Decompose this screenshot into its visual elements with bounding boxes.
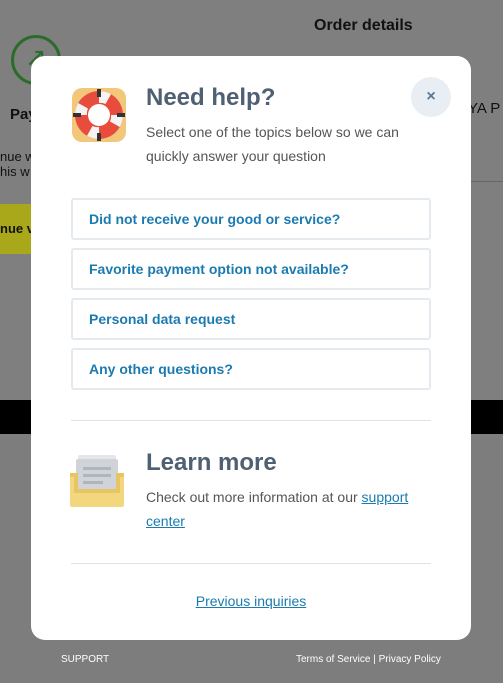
inbox-tray-icon: [70, 455, 124, 507]
continue-text-line: his w: [0, 164, 30, 179]
continue-text-line: nue w: [0, 149, 35, 164]
section-divider: [71, 420, 431, 421]
lifebuoy-icon: [72, 88, 126, 142]
previous-inquiries-link[interactable]: Previous inquiries: [196, 593, 307, 609]
topic-other-questions[interactable]: Any other questions?: [71, 348, 431, 390]
learn-more-text: Check out more information at our: [146, 489, 362, 505]
continue-text: nue w his w: [0, 149, 35, 179]
close-icon: ×: [426, 88, 436, 105]
close-button[interactable]: ×: [411, 77, 451, 117]
footer-legal-links: Terms of Service | Privacy Policy: [296, 654, 441, 665]
topic-payment-option[interactable]: Favorite payment option not available?: [71, 248, 431, 290]
divider: [470, 181, 503, 182]
learn-more-title: Learn more: [146, 449, 277, 476]
previous-inquiries-row: Previous inquiries: [31, 593, 471, 609]
merchant-text: YA P: [468, 100, 501, 117]
footer-support-link: SUPPORT: [61, 654, 110, 665]
help-dialog: × Need help? Select one of the topics be…: [31, 56, 471, 640]
topic-not-received[interactable]: Did not receive your good or service?: [71, 198, 431, 240]
section-divider: [71, 563, 431, 564]
help-description: Select one of the topics below so we can…: [146, 124, 399, 164]
continue-button-label: nue v: [0, 221, 34, 236]
help-title: Need help?: [146, 84, 276, 111]
learn-more-description: Check out more information at our suppor…: [146, 485, 431, 533]
order-details-title: Order details: [314, 17, 413, 34]
topic-personal-data[interactable]: Personal data request: [71, 298, 431, 340]
